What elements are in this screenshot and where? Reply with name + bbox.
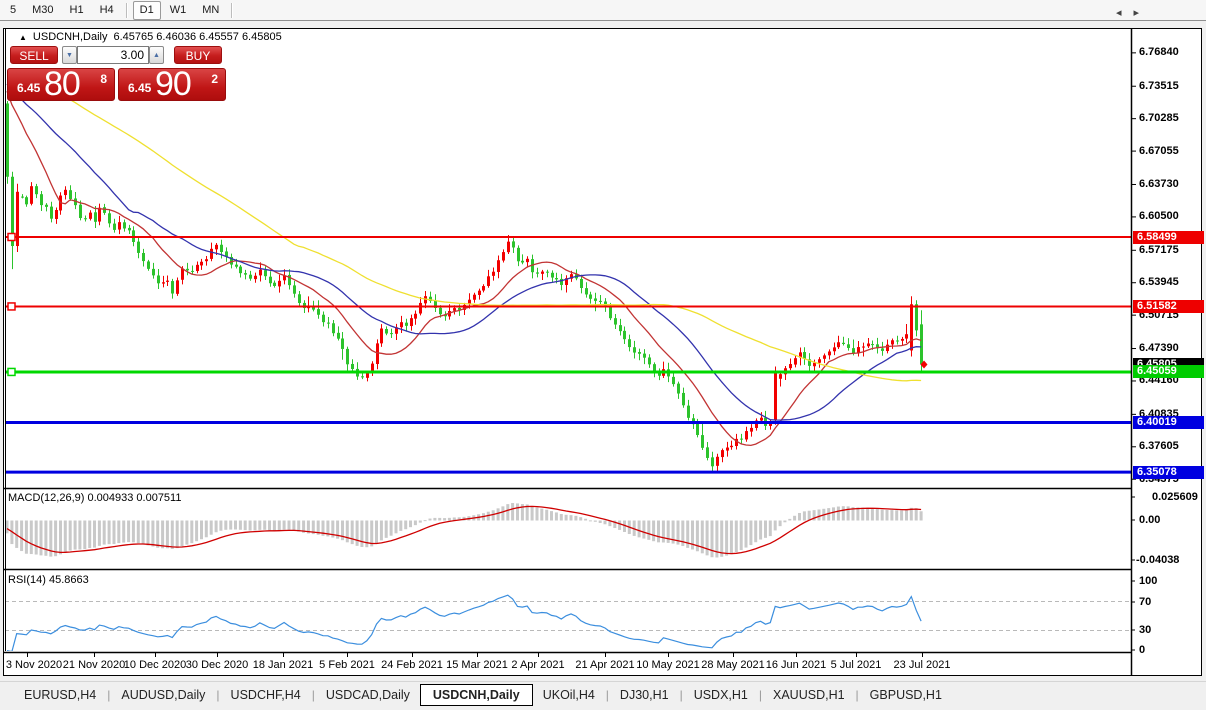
chart-tab-bar: EURUSD,H4|AUDUSD,Daily|USDCHF,H4|USDCAD,… (0, 681, 1206, 707)
chart-tab-gbpusd[interactable]: GBPUSD,H1 (860, 685, 952, 705)
chart-tab-ukoil[interactable]: UKOil,H4 (533, 685, 605, 705)
buy-button[interactable]: BUY (174, 46, 222, 64)
collapse-panel-icon[interactable]: ▲ (19, 32, 27, 43)
price-tick-label: 6.53945 (1139, 276, 1179, 289)
date-tick-label: 23 Jul 2021 (894, 659, 951, 671)
date-tick-label: 16 Jun 2021 (766, 659, 827, 671)
chart-tab-usdcnh[interactable]: USDCNH,Daily (420, 684, 533, 706)
price-tick-label: 6.57175 (1139, 244, 1179, 257)
chart-tab-eurusd[interactable]: EURUSD,H4 (14, 685, 106, 705)
date-tick-label: 10 Dec 2020 (124, 659, 186, 671)
price-tick-label: 6.47390 (1139, 342, 1179, 355)
date-tick-label: 5 Jul 2021 (831, 659, 882, 671)
date-tick-label: 30 Dec 2020 (186, 659, 248, 671)
price-tick-label: 6.60500 (1139, 210, 1179, 223)
rsi-axis-label: 0 (1139, 644, 1145, 657)
price-line-label: 6.45059 (1133, 365, 1204, 378)
price-line-label: 6.58499 (1133, 231, 1204, 244)
rsi-axis-label: 30 (1139, 624, 1151, 637)
buy-price-box[interactable]: 6.45 90 2 (118, 68, 226, 101)
sell-button[interactable]: SELL (10, 46, 58, 64)
sell-price-pip: 8 (100, 72, 107, 86)
chart-title: ▲ USDCNH,Daily 6.45765 6.46036 6.45557 6… (19, 31, 282, 43)
volume-input[interactable] (77, 46, 149, 64)
price-tick-label: 6.37605 (1139, 440, 1179, 453)
chart-symbol-period: USDCNH,Daily (33, 31, 108, 43)
one-click-trading-panel: SELL ▼ ▲ BUY 6.45 80 8 6.45 90 2 (7, 44, 228, 101)
mt4-terminal: 5M30H1H4D1W1MN ▲ USDCNH,Daily 6.45765 6.… (0, 0, 1206, 710)
date-tick-label: 5 Feb 2021 (319, 659, 375, 671)
date-tick-label: 10 May 2021 (636, 659, 700, 671)
price-tick-label: 6.67055 (1139, 145, 1179, 158)
chart-tab-dj30[interactable]: DJ30,H1 (610, 685, 679, 705)
buy-price-main: 90 (155, 65, 191, 104)
rsi-indicator-label: RSI(14) 45.8663 (8, 574, 89, 586)
date-tick-label: 24 Feb 2021 (381, 659, 443, 671)
date-tick-label: 3 Nov 2020 (6, 659, 62, 671)
volume-increase-button[interactable]: ▲ (149, 46, 164, 64)
price-tick-label: 6.73515 (1139, 80, 1179, 93)
chart-tab-usdcad[interactable]: USDCAD,Daily (316, 685, 420, 705)
chart-tab-usdchf[interactable]: USDCHF,H4 (221, 685, 311, 705)
sell-price-prefix: 6.45 (17, 81, 40, 95)
tab-scroll-arrows[interactable]: ◂▸ (1116, 6, 1151, 19)
chart-ohlc-values: 6.45765 6.46036 6.45557 6.45805 (113, 31, 281, 43)
rsi-axis-label: 100 (1139, 575, 1157, 588)
price-tick-label: 6.63730 (1139, 178, 1179, 191)
date-tick-label: 18 Jan 2021 (253, 659, 314, 671)
price-line-label: 6.51582 (1133, 300, 1204, 313)
macd-indicator-label: MACD(12,26,9) 0.004933 0.007511 (8, 492, 181, 504)
sell-price-box[interactable]: 6.45 80 8 (7, 68, 115, 101)
date-tick-label: 2 Apr 2021 (511, 659, 564, 671)
date-tick-label: 21 Nov 2020 (63, 659, 125, 671)
date-tick-label: 21 Apr 2021 (575, 659, 634, 671)
price-chart-canvas[interactable] (0, 0, 1206, 710)
macd-axis-label: 0.00 (1139, 514, 1160, 527)
price-tick-label: 6.70285 (1139, 112, 1179, 125)
macd-axis-label: -0.04038 (1136, 554, 1179, 567)
price-tick-label: 6.76840 (1139, 46, 1179, 59)
date-tick-label: 28 May 2021 (701, 659, 765, 671)
date-tick-label: 15 Mar 2021 (446, 659, 508, 671)
chart-tab-xauusd[interactable]: XAUUSD,H1 (763, 685, 855, 705)
price-line-label: 6.40019 (1133, 416, 1204, 429)
sell-price-main: 80 (44, 65, 80, 104)
chart-tab-usdx[interactable]: USDX,H1 (684, 685, 758, 705)
price-line-label: 6.35078 (1133, 466, 1204, 479)
macd-axis-label: 0.025609 (1152, 491, 1198, 504)
volume-decrease-button[interactable]: ▼ (62, 46, 77, 64)
buy-price-pip: 2 (211, 72, 218, 86)
buy-price-prefix: 6.45 (128, 81, 151, 95)
rsi-axis-label: 70 (1139, 596, 1151, 609)
chart-tab-audusd[interactable]: AUDUSD,Daily (111, 685, 215, 705)
